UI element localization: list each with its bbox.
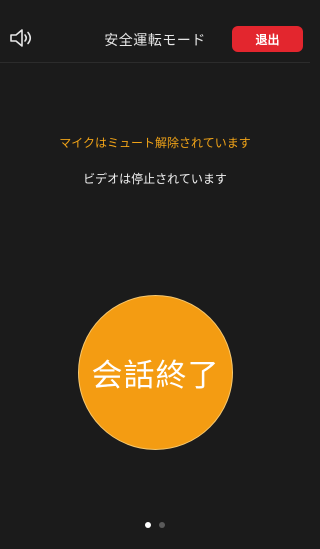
top-bar: 安全運転モード 退出 xyxy=(0,0,310,63)
leave-button[interactable]: 退出 xyxy=(232,26,303,52)
end-call-button[interactable]: 会話終了 xyxy=(78,295,233,450)
video-status-text: ビデオは停止されています xyxy=(83,172,227,186)
end-call-label: 会話終了 xyxy=(91,358,220,394)
safe-driving-screen: 安全運転モード 退出 マイクはミュート解除されています ビデオは停止されています… xyxy=(0,0,310,549)
page-dot[interactable] xyxy=(159,522,165,528)
mic-status-text: マイクはミュート解除されています xyxy=(59,136,251,150)
page-indicator xyxy=(0,522,310,528)
page-dot[interactable] xyxy=(145,522,151,528)
